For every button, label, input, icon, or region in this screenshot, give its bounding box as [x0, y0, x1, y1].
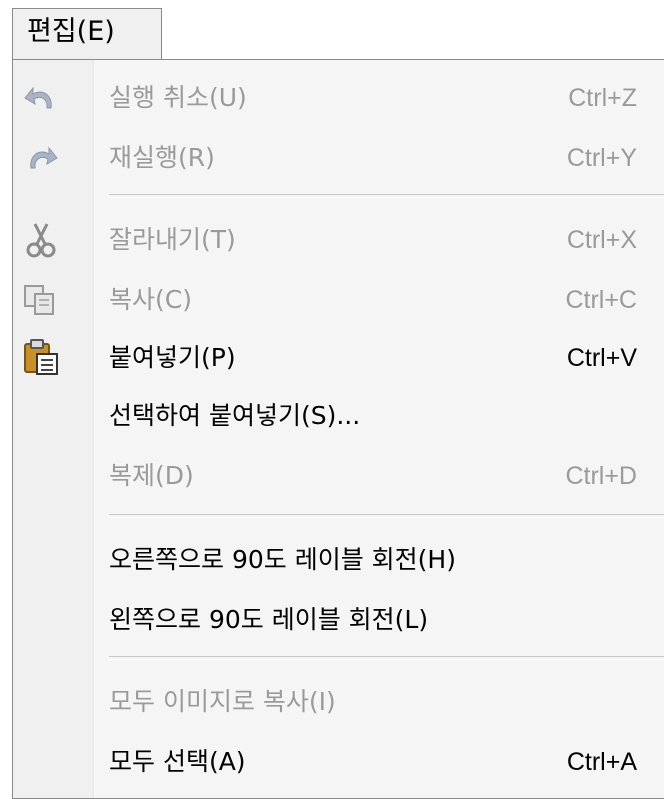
menu-item-undo[interactable]: 실행 취소(U) Ctrl+Z: [13, 68, 664, 128]
menu-item-rotate-label-right[interactable]: 오른쪽으로 90도 레이블 회전(H): [13, 530, 664, 590]
menu-item-label: 모두 선택(A): [109, 747, 246, 776]
menu-separator: [109, 656, 664, 660]
menu-item-shortcut: Ctrl+D: [565, 462, 637, 490]
menu-item-label: 잘라내기(T): [109, 225, 236, 254]
scissors-icon: [21, 220, 61, 260]
menu-bar: 편집(E): [0, 0, 664, 60]
menu-item-shortcut: Ctrl+Z: [568, 84, 637, 112]
menu-item-paste-special[interactable]: 선택하여 붙여넣기(S)...: [13, 386, 664, 446]
menu-item-shortcut: Ctrl+Y: [566, 144, 637, 172]
menu-item-label: 오른쪽으로 90도 레이블 회전(H): [109, 545, 456, 574]
copy-icon: [21, 280, 61, 320]
menu-item-shortcut: Ctrl+C: [565, 286, 637, 314]
menu-item-shortcut: Ctrl+A: [566, 748, 637, 776]
menu-item-label: 선택하여 붙여넣기(S)...: [109, 401, 361, 430]
menu-item-label: 복제(D): [109, 461, 194, 490]
edit-menu-dropdown: 실행 취소(U) Ctrl+Z 재실행(R) Ctrl+Y 잘라내기(T) Ct…: [12, 59, 664, 799]
menu-item-paste[interactable]: 붙여넣기(P) Ctrl+V: [13, 328, 664, 388]
menu-item-shortcut: Ctrl+V: [566, 344, 637, 372]
menu-item-redo[interactable]: 재실행(R) Ctrl+Y: [13, 128, 664, 188]
menu-item-label: 재실행(R): [109, 143, 215, 172]
menu-item-label: 모두 이미지로 복사(I): [109, 687, 336, 716]
clipboard-paste-icon: [21, 338, 61, 378]
menu-item-label: 복사(C): [109, 285, 192, 314]
menu-item-label: 붙여넣기(P): [109, 343, 236, 372]
menu-item-duplicate[interactable]: 복제(D) Ctrl+D: [13, 446, 664, 506]
undo-icon: [21, 78, 61, 118]
menu-separator: [109, 194, 664, 198]
redo-icon: [21, 138, 61, 178]
menu-item-copy-all-as-image[interactable]: 모두 이미지로 복사(I): [13, 672, 664, 732]
menu-item-cut[interactable]: 잘라내기(T) Ctrl+X: [13, 210, 664, 270]
menu-item-select-all[interactable]: 모두 선택(A) Ctrl+A: [13, 732, 664, 792]
menu-item-copy[interactable]: 복사(C) Ctrl+C: [13, 270, 664, 330]
menu-item-label: 왼쪽으로 90도 레이블 회전(L): [109, 605, 429, 634]
menu-separator: [109, 514, 664, 518]
edit-menu-title[interactable]: 편집(E): [12, 8, 162, 60]
menu-item-shortcut: Ctrl+X: [566, 226, 637, 254]
menu-item-label: 실행 취소(U): [109, 83, 247, 112]
menu-item-rotate-label-left[interactable]: 왼쪽으로 90도 레이블 회전(L): [13, 590, 664, 650]
